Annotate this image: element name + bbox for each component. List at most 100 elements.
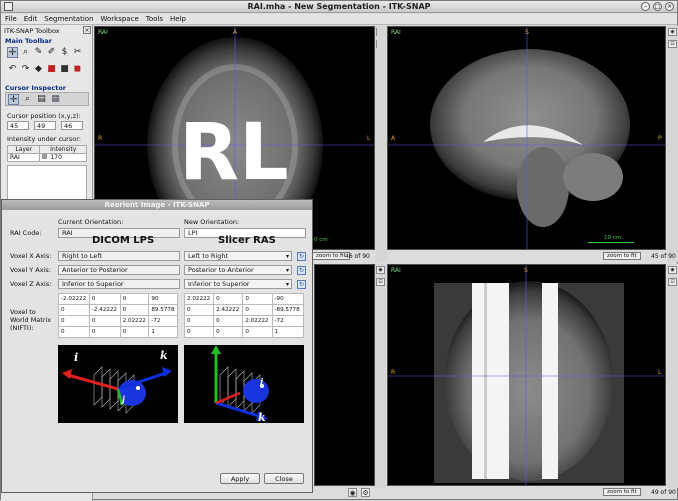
axial-orient-label: RAI — [98, 29, 108, 36]
new-z-select[interactable]: Inferior to Superior ▾ — [184, 279, 292, 289]
paintbrush-tool-icon[interactable]: ✐ — [46, 47, 57, 58]
main-toolbar-header: Main Toolbar — [5, 37, 52, 45]
undo-icon[interactable]: ↶ — [7, 64, 18, 75]
sagittal-view[interactable]: RAI S A P 10 cm — [387, 26, 666, 250]
z-flip-icon[interactable]: ↻ — [297, 280, 306, 289]
maximize-icon[interactable]: □ — [653, 2, 662, 11]
current-x-field: Right to Left — [58, 251, 180, 261]
toolbox-close-icon[interactable]: × — [83, 26, 91, 34]
new-y-select[interactable]: Posterior to Anterior ▾ — [184, 265, 292, 275]
render-3d-view[interactable] — [314, 264, 375, 486]
matrix-cell: 0 — [183, 304, 215, 316]
render-settings-icon[interactable]: ⚙ — [361, 488, 370, 497]
axial-right-label: L — [367, 135, 371, 142]
x-flip-icon[interactable]: ↻ — [297, 252, 306, 261]
coronal-brain-image[interactable] — [388, 265, 665, 485]
menu-edit[interactable]: Edit — [20, 14, 41, 23]
menu-file[interactable]: File — [1, 14, 20, 23]
sagittal-expand-icon[interactable]: ⊡ — [668, 40, 677, 48]
current-matrix-table: -2.02222 0 0 90 0 -2.42222 0 89.5778 0 0 2.02222… — [58, 293, 178, 338]
new-matrix-table: 2.02222 0 0 -90 0 2.42222 0 -89.5778 0 0 2.02222… — [183, 293, 305, 338]
sagittal-snapshot-icon[interactable]: ◉ — [668, 28, 677, 36]
matrix-label: Voxel to World Matrix (NIFTI): — [10, 308, 52, 332]
sagittal-brain-image[interactable] — [388, 27, 665, 249]
render-expand-icon[interactable]: ⊡ — [376, 278, 385, 286]
new-x-select[interactable]: Left to Right ▾ — [184, 251, 292, 261]
matrix-cell: 1 — [271, 326, 305, 338]
voxel-y-label: Voxel Y Axis: — [10, 266, 51, 274]
current-y-field: Anterior to Posterior — [58, 265, 180, 275]
layer-icon[interactable]: ◆ — [33, 64, 44, 75]
menu-bar: File Edit Segmentation Workspace Tools Help — [1, 14, 677, 25]
inspector-crosshair-icon[interactable]: ✛ — [8, 94, 19, 105]
cursor-z-field[interactable]: 46 — [61, 121, 83, 130]
coronal-top-label: S — [524, 267, 528, 274]
coronal-view[interactable]: RAI S R L — [387, 264, 666, 486]
chevron-down-icon: ▾ — [285, 281, 289, 288]
redo-icon[interactable]: ↷ — [20, 64, 31, 75]
table-row: 0 0 2.02222 -72 — [58, 315, 178, 327]
zoom-tool-icon[interactable]: ⌕ — [20, 47, 31, 58]
table-row[interactable]: RAI 170 — [6, 153, 87, 162]
reorient-dialog: Reorient Image - ITK-SNAP Current Orient… — [1, 199, 313, 493]
menu-help[interactable]: Help — [166, 14, 189, 23]
matrix-cell: 0 — [88, 293, 121, 305]
coronal-r-stripe-edge — [484, 283, 487, 479]
cursor-x-field[interactable]: 45 — [7, 121, 29, 130]
chevron-down-icon: ▾ — [285, 253, 289, 260]
render-icon[interactable]: ◼ — [72, 64, 83, 75]
cursor-y-field[interactable]: 49 — [34, 121, 56, 130]
coronal-snapshot-icon[interactable]: ◉ — [668, 266, 677, 274]
matrix-cell: 0 — [242, 326, 273, 338]
voxel-x-label: Voxel X Axis: — [10, 252, 52, 260]
matrix-cell: 0 — [183, 315, 215, 327]
crosshair-tool-icon[interactable]: ✛ — [7, 47, 18, 58]
inspector-info-icon[interactable]: ▦ — [50, 94, 61, 105]
axial-scale-label: 0 cm — [314, 237, 328, 243]
current-orientation-name: DICOM LPS — [92, 235, 155, 246]
matrix-cell: 89.5778 — [148, 304, 178, 316]
apply-button[interactable]: Apply — [220, 473, 260, 484]
coronal-orient-label: RAI — [391, 267, 401, 274]
snake-tool-icon[interactable]: $ — [59, 47, 70, 58]
chevron-down-icon: ▾ — [285, 267, 289, 274]
current-axis-i-label: i — [74, 351, 78, 364]
segmentation-icon[interactable]: ■ — [46, 64, 57, 75]
sagittal-zoom-to-fit-button[interactable]: zoom to fit — [603, 252, 641, 260]
matrix-cell: 90 — [148, 293, 178, 305]
sagittal-right-label: P — [658, 135, 662, 142]
table-row: 0 0 2.02222 -72 — [183, 315, 305, 327]
annotation-tool-icon[interactable]: ✂ — [72, 47, 83, 58]
close-icon[interactable]: × — [665, 2, 674, 11]
inspector-display-icon[interactable]: ▤ — [36, 94, 47, 105]
coronal-expand-icon[interactable]: ⊡ — [668, 278, 677, 286]
menu-tools[interactable]: Tools — [142, 14, 166, 23]
y-flip-icon[interactable]: ↻ — [297, 266, 306, 275]
polygon-tool-icon[interactable]: ✎ — [33, 47, 44, 58]
matrix-cell: 2.42222 — [213, 304, 244, 316]
current-orientation-label: Current Orientation: — [58, 218, 124, 226]
coronal-zoom-to-fit-button[interactable]: zoom to fit — [603, 488, 641, 496]
coronal-brain — [445, 281, 613, 481]
rl-overlay-text: RL — [179, 108, 289, 198]
main-window: RAI.mha - New Segmentation - ITK-SNAP – … — [0, 0, 678, 501]
minimize-icon[interactable]: – — [641, 2, 650, 11]
menu-segmentation[interactable]: Segmentation — [40, 14, 96, 23]
render-camera-icon[interactable]: ◉ — [348, 488, 357, 497]
toolbox-title: ITK-SNAP Toolbox — [4, 27, 60, 35]
inspector-zoom-icon[interactable]: ⌕ — [22, 94, 33, 105]
coronal-l-stripe — [542, 283, 558, 479]
matrix-cell: -89.5778 — [271, 304, 305, 316]
matrix-cell: -72 — [271, 315, 305, 327]
mesh-icon[interactable]: ■ — [59, 64, 70, 75]
close-button[interactable]: Close — [264, 473, 304, 484]
new-x-value: Left to Right — [188, 252, 229, 260]
render-snapshot-icon[interactable]: ◉ — [376, 266, 385, 274]
menu-workspace[interactable]: Workspace — [96, 14, 141, 23]
matrix-cell: 0 — [88, 315, 121, 327]
axial-zoom-to-fit-button[interactable]: zoom to fit — [312, 252, 350, 260]
table-row: 0 -2.42222 0 89.5778 — [58, 304, 178, 316]
cursor-inspector-header: Cursor Inspector — [5, 84, 67, 92]
matrix-cell: -90 — [271, 293, 305, 305]
matrix-cell: 1 — [148, 326, 178, 338]
